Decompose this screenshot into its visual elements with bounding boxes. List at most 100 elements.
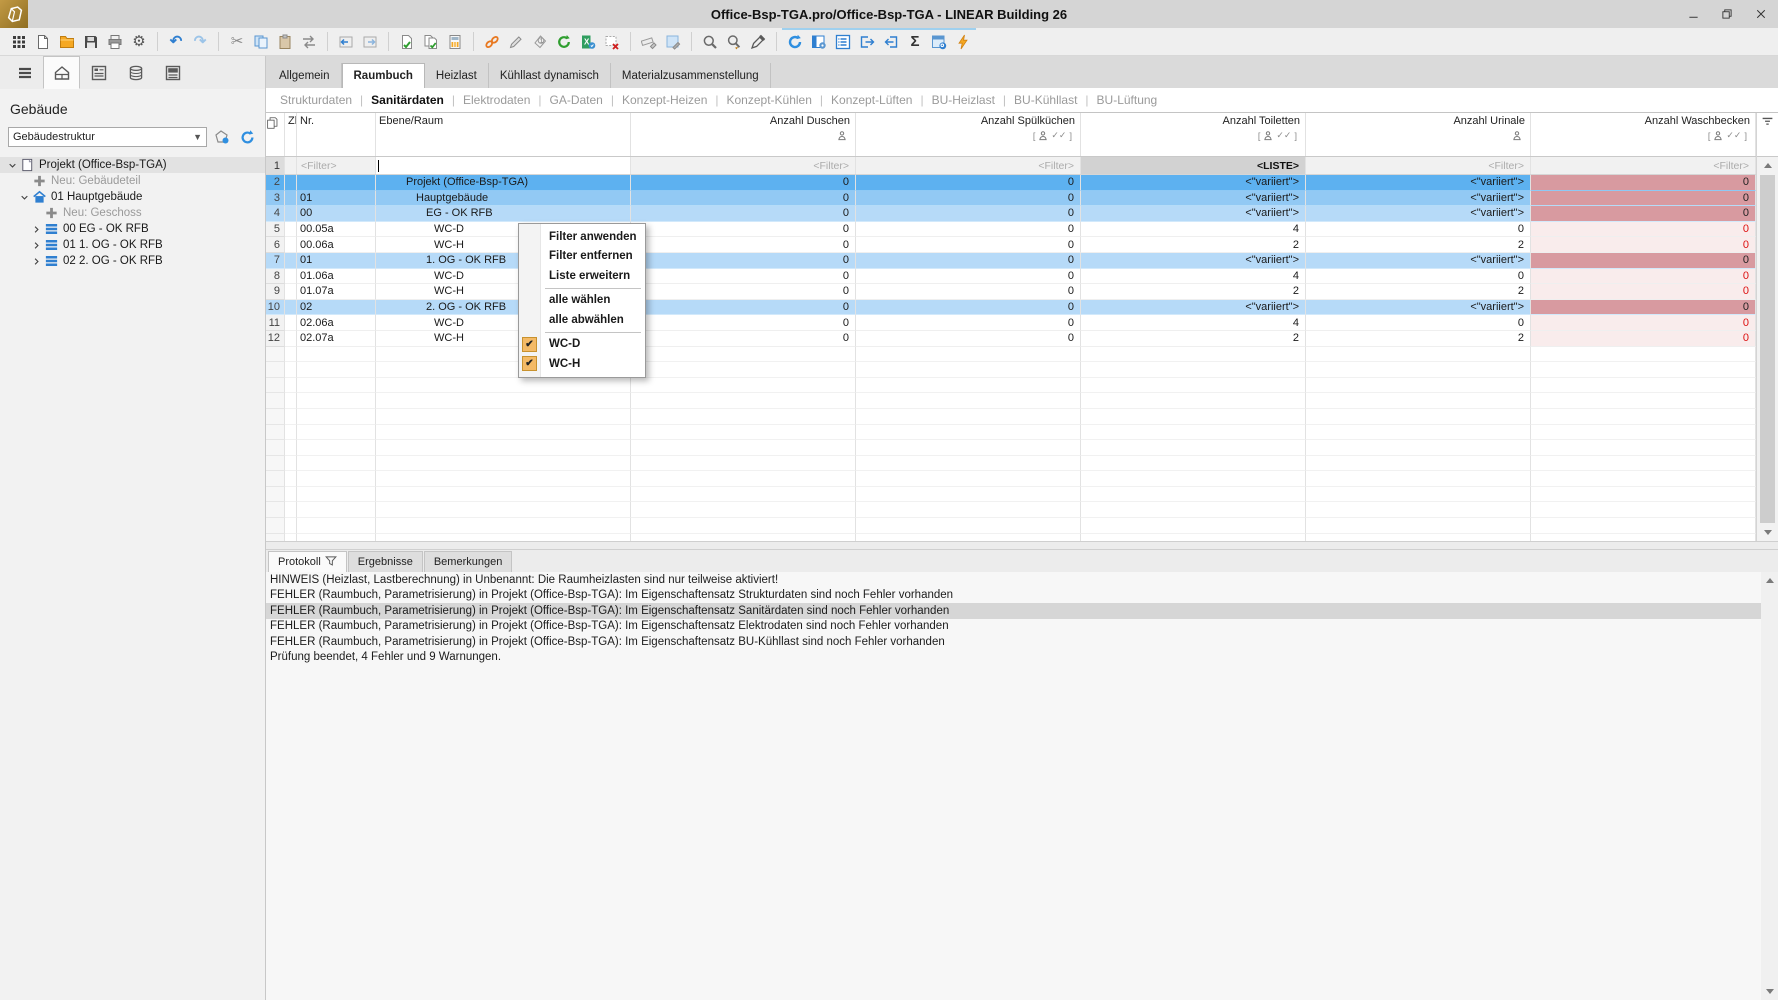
tab-raumbuch[interactable]: Raumbuch <box>341 63 425 88</box>
filter-spuelkuechen[interactable]: <Filter> <box>856 157 1081 174</box>
filter-nr[interactable]: <Filter> <box>297 157 376 174</box>
cell-duschen[interactable]: 0 <box>631 252 856 269</box>
cell-zb[interactable] <box>285 252 297 269</box>
sync-button[interactable] <box>552 30 576 54</box>
column-header-nr.[interactable]: Nr. <box>297 113 376 156</box>
table-row[interactable]: 4 00 EG - OK RFB 0 0 <"variiert"> <"variiert">… <box>266 206 1778 222</box>
table-row[interactable]: 2 Projekt (Office-Bsp-TGA) 0 0 <"variiert"> <… <box>266 175 1778 191</box>
cell-duschen[interactable]: 0 <box>631 315 856 331</box>
edit-button[interactable] <box>504 30 528 54</box>
zoom-button[interactable] <box>698 30 722 54</box>
filter-waschbecken[interactable]: <Filter> <box>1531 157 1756 174</box>
cell-spuelkuechen[interactable]: 0 <box>856 330 1081 347</box>
menu-item-alle-abwählen[interactable]: alle abwählen <box>519 310 645 330</box>
check-documents-button[interactable] <box>419 30 443 54</box>
cell-zb[interactable] <box>285 175 297 191</box>
remove-region-button[interactable] <box>600 30 624 54</box>
empty-grid-row[interactable] <box>266 471 1778 487</box>
log-scroll-up-button[interactable] <box>1761 572 1778 589</box>
cell-toiletten[interactable]: <"variiert"> <box>1081 190 1306 207</box>
log-line[interactable]: FEHLER (Raumbuch, Parametrisierung) in P… <box>266 603 1778 619</box>
cell-urinale[interactable]: 2 <box>1306 330 1531 347</box>
cell-zb[interactable] <box>285 299 297 316</box>
tab-materialzusammenstellung[interactable]: Materialzusammenstellung <box>610 63 771 88</box>
cell-waschbecken-error[interactable]: 0 <box>1531 190 1756 207</box>
print-button[interactable] <box>103 30 127 54</box>
exchange-button[interactable] <box>297 30 321 54</box>
export-button[interactable] <box>855 30 879 54</box>
quick-calculation-button[interactable] <box>951 30 975 54</box>
cell-nr[interactable]: 02.06a <box>297 315 376 331</box>
subtab-bu-heizlast[interactable]: BU-Heizlast <box>924 93 1003 107</box>
tree-item-2[interactable]: 01 Hauptgebäude <box>0 189 265 205</box>
cell-zb[interactable] <box>285 268 297 285</box>
subtab-sanit-rdaten[interactable]: Sanitärdaten <box>363 93 452 107</box>
measure-button[interactable] <box>637 30 661 54</box>
cell-duschen[interactable]: 0 <box>631 284 856 300</box>
cell-zb[interactable] <box>285 330 297 347</box>
subtab-bu-lüftung[interactable]: BU-Lüftung <box>1089 93 1166 107</box>
calculation-button[interactable] <box>443 30 467 54</box>
column-header-anzahl-urinale[interactable]: Anzahl Urinale <box>1306 113 1531 156</box>
empty-grid-row[interactable] <box>266 440 1778 456</box>
table-row[interactable]: 5 00.05a WC-D 0 0 4 0 0 <box>266 221 1778 238</box>
cell-zb[interactable] <box>285 206 297 222</box>
cell-ebene-raum[interactable]: EG - OK RFB <box>376 206 631 222</box>
empty-grid-row[interactable] <box>266 362 1778 378</box>
cell-urinale[interactable]: 0 <box>1306 221 1531 238</box>
table-row[interactable]: 9 01.07a WC-H 0 0 2 2 0 <box>266 284 1778 300</box>
redo-button[interactable]: ↷ <box>188 30 212 54</box>
cell-spuelkuechen[interactable]: 0 <box>856 268 1081 285</box>
cell-spuelkuechen[interactable]: 0 <box>856 315 1081 331</box>
tree-item-5[interactable]: 01 1. OG - OK RFB <box>0 237 265 253</box>
filter-ebene-input[interactable] <box>376 157 631 174</box>
empty-grid-row[interactable] <box>266 502 1778 519</box>
tab-heizlast[interactable]: Heizlast <box>424 63 489 88</box>
cell-urinale[interactable]: 2 <box>1306 237 1531 253</box>
grid-filter-icon[interactable] <box>1757 113 1778 157</box>
cell-toiletten[interactable]: <"variiert"> <box>1081 206 1306 222</box>
log-line[interactable]: HINWEIS (Heizlast, Lastberechnung) in Un… <box>266 572 1778 588</box>
table-row[interactable]: 8 01.06a WC-D 0 0 4 0 0 <box>266 268 1778 285</box>
cell-waschbecken-error[interactable]: 0 <box>1531 221 1756 238</box>
cell-spuelkuechen[interactable]: 0 <box>856 284 1081 300</box>
empty-grid-row[interactable] <box>266 455 1778 472</box>
cell-duschen[interactable]: 0 <box>631 221 856 238</box>
cell-urinale[interactable]: 0 <box>1306 268 1531 285</box>
table-row[interactable]: 10 02 2. OG - OK RFB 0 0 <"variiert"> <"variie… <box>266 299 1778 316</box>
cell-nr[interactable] <box>297 175 376 191</box>
subtab-konzept-kühlen[interactable]: Konzept-Kühlen <box>719 93 820 107</box>
table-settings-button[interactable] <box>807 30 831 54</box>
scroll-down-button[interactable] <box>1757 524 1778 541</box>
list-view-button[interactable] <box>831 30 855 54</box>
cell-waschbecken-error[interactable]: 0 <box>1531 206 1756 222</box>
subtab-strukturdaten[interactable]: Strukturdaten <box>272 93 360 107</box>
cut-button[interactable]: ✂ <box>225 30 249 54</box>
select-all-cell[interactable] <box>266 113 285 156</box>
filter-toiletten[interactable]: <LISTE> <box>1081 157 1306 174</box>
cell-duschen[interactable]: 0 <box>631 190 856 207</box>
empty-grid-row[interactable] <box>266 533 1778 541</box>
tree-item-4[interactable]: 00 EG - OK RFB <box>0 221 265 237</box>
cell-zb[interactable] <box>285 315 297 331</box>
cell-nr[interactable]: 01.07a <box>297 284 376 300</box>
sidebar-tab-menu[interactable] <box>6 56 43 89</box>
cell-toiletten[interactable]: 2 <box>1081 237 1306 253</box>
cell-spuelkuechen[interactable]: 0 <box>856 299 1081 316</box>
cell-toiletten[interactable]: <"variiert"> <box>1081 175 1306 191</box>
menu-item-filter-entfernen[interactable]: Filter entfernen <box>519 247 645 267</box>
column-header-ebene-raum[interactable]: Ebene/Raum <box>376 113 631 156</box>
open-project-button[interactable] <box>55 30 79 54</box>
table-row[interactable]: 12 02.07a WC-H 0 0 2 2 0 <box>266 330 1778 347</box>
column-header-anzahl-spülküchen[interactable]: Anzahl Spülküchen [✓✓] <box>856 113 1081 156</box>
cell-nr[interactable]: 02 <box>297 299 376 316</box>
cell-toiletten[interactable]: <"variiert"> <box>1081 252 1306 269</box>
menu-item-wc-h[interactable]: ✔ WC-H <box>519 354 645 374</box>
sidebar-tab-reports[interactable] <box>154 56 191 89</box>
cell-toiletten[interactable]: 2 <box>1081 330 1306 347</box>
checkbox-checked-icon[interactable]: ✔ <box>522 356 537 371</box>
cell-spuelkuechen[interactable]: 0 <box>856 221 1081 238</box>
filter-urinale[interactable]: <Filter> <box>1306 157 1531 174</box>
cell-zb[interactable] <box>285 190 297 207</box>
cell-nr[interactable]: 00 <box>297 206 376 222</box>
